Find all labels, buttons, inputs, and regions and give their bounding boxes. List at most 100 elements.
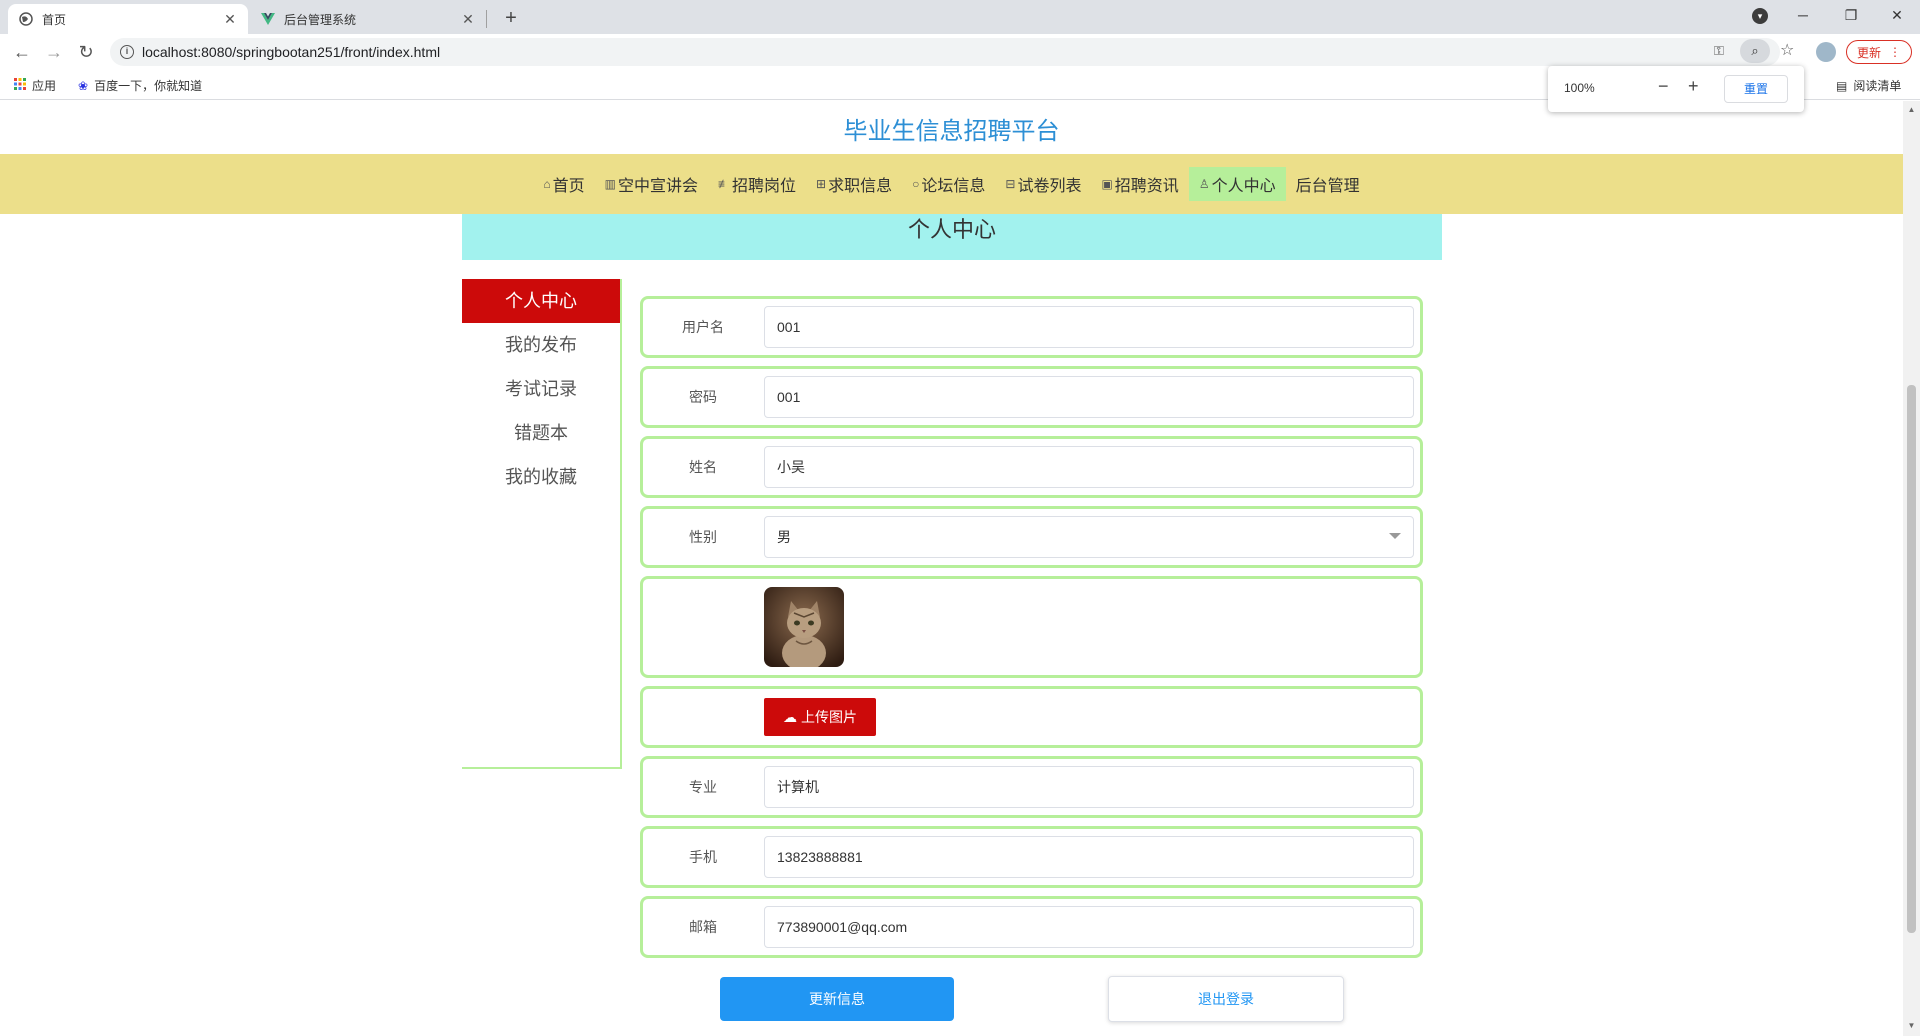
password-input[interactable]: 001: [764, 376, 1414, 418]
nav-admin[interactable]: 后台管理: [1286, 167, 1370, 201]
form-row-upload: ☁ 上传图片: [640, 686, 1423, 748]
password-label: 密码: [689, 389, 717, 405]
email-label: 邮箱: [689, 919, 717, 935]
scroll-thumb[interactable]: [1907, 385, 1916, 933]
reload-icon[interactable]: ↻: [74, 40, 98, 64]
globe-icon: [18, 11, 34, 27]
tab-title: 后台管理系统: [284, 12, 357, 27]
restore-icon[interactable]: ❐: [1828, 0, 1874, 30]
scroll-up-icon[interactable]: ▲: [1907, 105, 1916, 114]
username-input[interactable]: 001: [764, 306, 1414, 348]
scroll-down-icon[interactable]: ▼: [1907, 1021, 1916, 1030]
nav-label: 试卷列表: [1017, 178, 1082, 195]
nav-label: 个人中心: [1211, 178, 1276, 195]
nav-air-presentation[interactable]: ▥ 空中宣讲会: [595, 167, 708, 201]
bookmark-label: 百度一下，你就知道: [94, 79, 203, 93]
sidebar-item-personal-center[interactable]: 个人中心: [462, 279, 620, 323]
zoom-out-icon[interactable]: −: [1658, 76, 1669, 97]
form-row-gender: 性别 男: [640, 506, 1423, 568]
major-input[interactable]: 计算机: [764, 766, 1414, 808]
logout-button[interactable]: 退出登录: [1108, 976, 1344, 1022]
form-row-avatar: [640, 576, 1423, 678]
page-scrollbar[interactable]: ▲ ▼: [1903, 101, 1920, 1036]
profile-avatar[interactable]: [1816, 42, 1836, 62]
update-label: 更新: [1856, 45, 1881, 60]
name-input[interactable]: 小吴: [764, 446, 1414, 488]
page-viewport: 毕业生信息招聘平台 ⌂ 首页 ▥ 空中宣讲会 ≢ 招聘岗位 ⊞ 求职信息 ○ 论…: [0, 101, 1920, 1036]
apps-icon: [14, 78, 26, 93]
major-label: 专业: [689, 779, 717, 795]
address-bar[interactable]: i localhost:8080/springbootan251/front/i…: [110, 38, 1780, 66]
browser-tab-strip: 首页 ✕ 后台管理系统 ✕ + ▾ ─ ❐ ✕: [0, 0, 1920, 34]
tab-search-icon[interactable]: ▾: [1752, 8, 1768, 24]
zoom-popup: 100% − + 重置: [1548, 66, 1804, 112]
url-text: localhost:8080/springbootan251/front/ind…: [142, 44, 441, 60]
name-label: 姓名: [689, 459, 717, 475]
nav-label: 求职信息: [828, 178, 893, 195]
gender-label: 性别: [689, 529, 717, 545]
phone-input[interactable]: 13823888881: [764, 836, 1414, 878]
chevron-down-icon: [1389, 533, 1401, 539]
page-banner: 个人中心: [462, 214, 1442, 260]
site-title: 毕业生信息招聘平台: [843, 118, 1060, 145]
form-row-major: 专业 计算机: [640, 756, 1423, 818]
nav-recruit-news[interactable]: ▣ 招聘资讯: [1091, 167, 1188, 201]
nav-job-posts[interactable]: ≢ 招聘岗位: [708, 167, 806, 201]
nav-job-seeking[interactable]: ⊞ 求职信息: [806, 167, 902, 201]
minimize-icon[interactable]: ─: [1780, 0, 1826, 30]
nav-exam-list[interactable]: ⊟ 试卷列表: [995, 167, 1091, 201]
grid-icon: ▥: [604, 177, 616, 191]
zoom-level: 100%: [1564, 81, 1595, 95]
sidebar: 个人中心 我的发布 考试记录 错题本 我的收藏: [462, 279, 622, 769]
form-row-name: 姓名 小吴: [640, 436, 1423, 498]
doc-icon: ▣: [1101, 177, 1113, 191]
new-tab-button[interactable]: +: [498, 6, 524, 30]
zoom-reset-button[interactable]: 重置: [1724, 75, 1788, 103]
reading-list[interactable]: ▤ 阅读清单: [1836, 77, 1901, 94]
back-icon[interactable]: ←: [10, 40, 34, 64]
reading-list-label: 阅读清单: [1853, 79, 1902, 93]
site-info-icon[interactable]: i: [120, 45, 134, 59]
zoom-icon[interactable]: ⌕: [1740, 39, 1770, 63]
browser-toolbar: ← → ↻ i localhost:8080/springbootan251/f…: [0, 34, 1920, 70]
sidebar-item-exam-records[interactable]: 考试记录: [462, 367, 620, 411]
key-icon[interactable]: ⚿: [1714, 43, 1724, 59]
gender-select[interactable]: 男: [764, 516, 1414, 558]
nav-personal-center[interactable]: ♙ 个人中心: [1188, 167, 1286, 201]
blocks-icon: ⊟: [1005, 177, 1016, 191]
gender-value: 男: [777, 529, 791, 545]
forward-icon[interactable]: →: [42, 40, 66, 64]
close-tab-icon[interactable]: ✕: [222, 11, 238, 28]
tab-home[interactable]: 首页 ✕: [8, 4, 248, 34]
avatar-image: [764, 587, 844, 667]
nav-label: 后台管理: [1295, 178, 1360, 195]
nav-label: 论坛信息: [921, 178, 986, 195]
sidebar-item-my-posts[interactable]: 我的发布: [462, 323, 620, 367]
bookmark-label: 应用: [32, 79, 57, 93]
home-icon: ⌂: [543, 177, 551, 191]
email-input[interactable]: 773890001@qq.com: [764, 906, 1414, 948]
nav-forum[interactable]: ○ 论坛信息: [902, 167, 995, 201]
sidebar-item-wrong-questions[interactable]: 错题本: [462, 411, 620, 455]
nav-label: 首页: [552, 178, 585, 195]
nav-label: 空中宣讲会: [618, 178, 699, 195]
bookmark-baidu[interactable]: ❀ 百度一下，你就知道: [78, 77, 202, 94]
menu-dots-icon: ⋮: [1889, 45, 1901, 59]
close-tab-icon[interactable]: ✕: [460, 11, 476, 28]
nav-home[interactable]: ⌂ 首页: [533, 167, 594, 201]
update-browser-button[interactable]: 更新 ⋮: [1846, 40, 1912, 64]
chat-icon: ○: [912, 177, 920, 191]
sliders-icon: ≢: [718, 177, 731, 191]
form-row-email: 邮箱 773890001@qq.com: [640, 896, 1423, 958]
update-info-button[interactable]: 更新信息: [720, 977, 954, 1021]
zoom-in-icon[interactable]: +: [1688, 76, 1699, 97]
sidebar-item-favorites[interactable]: 我的收藏: [462, 455, 620, 499]
baidu-paw-icon: ❀: [78, 78, 89, 93]
upload-image-button[interactable]: ☁ 上传图片: [764, 698, 876, 736]
tab-admin[interactable]: 后台管理系统 ✕: [250, 4, 486, 34]
main-nav: ⌂ 首页 ▥ 空中宣讲会 ≢ 招聘岗位 ⊞ 求职信息 ○ 论坛信息 ⊟ 试卷列表…: [0, 154, 1903, 214]
star-icon[interactable]: ☆: [1780, 40, 1794, 60]
tab-separator: [486, 10, 487, 28]
close-window-icon[interactable]: ✕: [1874, 0, 1920, 30]
bookmark-apps[interactable]: 应用: [14, 77, 56, 94]
